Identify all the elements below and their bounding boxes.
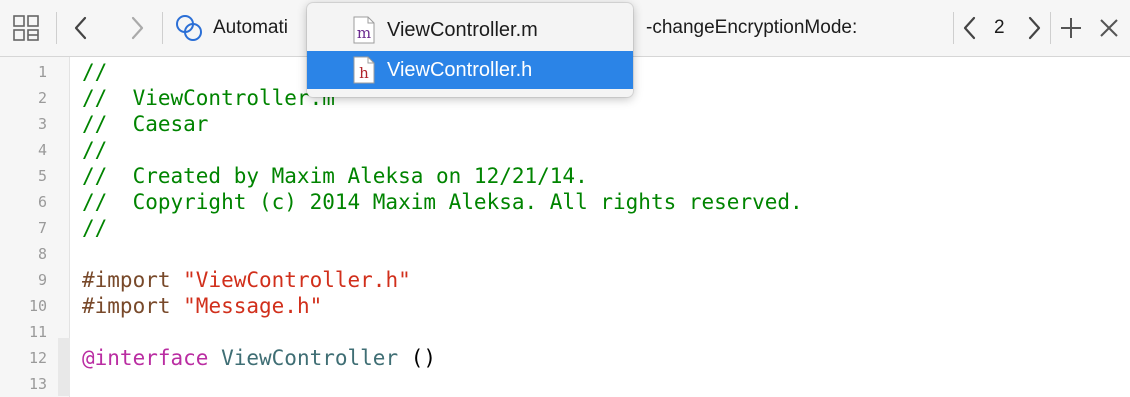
issue-counter: 2	[994, 17, 1005, 38]
current-line-marker	[58, 338, 70, 396]
code-line[interactable]: // Caesar	[82, 111, 208, 137]
menu-item-viewcontroller-h[interactable]: h ViewController.h	[307, 51, 633, 89]
code-token-class: ViewController	[221, 346, 399, 370]
menu-item-label: ViewController.m	[387, 19, 538, 41]
line-number: 3	[37, 115, 47, 133]
code-line[interactable]: // Copyright (c) 2014 Maxim Aleksa. All …	[82, 189, 803, 215]
line-number: 4	[37, 141, 47, 159]
code-token-string: "Message.h"	[183, 294, 323, 318]
code-token-comment: // Caesar	[82, 112, 209, 136]
code-token-keyword: @interface	[82, 346, 209, 370]
code-line[interactable]: //	[82, 59, 107, 85]
code-line[interactable]: @interface ViewController ()	[82, 345, 436, 371]
close-icon	[1100, 19, 1118, 37]
header-file-icon: h	[353, 56, 375, 84]
code-line[interactable]: // Created by Maxim Aleksa on 12/21/14.	[82, 163, 588, 189]
menu-item-viewcontroller-m[interactable]: m ViewController.m	[307, 11, 633, 49]
code-token-comment: // ViewController.m	[82, 86, 335, 110]
breadcrumb-project-button[interactable]	[172, 8, 206, 48]
code-line[interactable]: #import "ViewController.h"	[82, 267, 411, 293]
code-token-comment: //	[82, 138, 108, 162]
source-editor[interactable]: 1 2 3 4 5 6 7 8 9 10 11 12 13 //// ViewController.m /…	[0, 57, 1130, 397]
line-number: 8	[37, 245, 47, 263]
xcode-editor-window: Automati -changeEncryptionMode: 2 1 2 3 …	[0, 0, 1130, 397]
line-number: 9	[37, 271, 47, 289]
close-editor-button[interactable]	[1094, 8, 1124, 48]
line-number: 12	[28, 349, 47, 367]
next-issue-button[interactable]	[1022, 8, 1046, 48]
counterpart-file-menu: m ViewController.m h ViewController.h	[307, 3, 633, 97]
breadcrumb-project[interactable]: Automati	[213, 15, 288, 41]
line-number: 2	[37, 89, 47, 107]
add-editor-button[interactable]	[1056, 8, 1086, 48]
line-number: 13	[28, 375, 47, 393]
code-token-directive: #import	[82, 294, 184, 318]
line-number: 7	[37, 219, 47, 237]
line-number: 10	[28, 297, 47, 315]
code-token-comment: // Copyright (c) 2014 Maxim Aleksa. All …	[82, 190, 803, 214]
related-items-button[interactable]	[8, 8, 44, 48]
plus-icon	[1061, 18, 1081, 38]
menu-item-label: ViewController.h	[387, 59, 533, 81]
chevron-left-icon	[963, 16, 976, 40]
objc-implementation-file-icon: m	[353, 16, 375, 44]
code-token-plain: ()	[398, 346, 437, 370]
previous-issue-button[interactable]	[958, 8, 982, 48]
code-token-comment: // Created by Maxim Aleksa on 12/21/14.	[82, 164, 588, 188]
code-token-comment: //	[82, 216, 108, 240]
chevron-right-icon	[131, 16, 144, 40]
code-line[interactable]: // ViewController.m	[82, 85, 335, 111]
back-button[interactable]	[64, 8, 98, 48]
code-line[interactable]: #import "Message.h"	[82, 293, 322, 319]
code-line[interactable]: //	[82, 137, 107, 163]
chevron-left-icon	[74, 16, 87, 40]
automation-rings-icon	[176, 15, 202, 41]
grid-related-items-icon	[13, 15, 39, 41]
breadcrumb-method[interactable]: -changeEncryptionMode:	[646, 15, 857, 41]
code-token-comment: //	[82, 60, 108, 84]
file-icon-letter: h	[359, 64, 369, 82]
code-token-directive: #import	[82, 268, 184, 292]
code-line[interactable]: //	[82, 215, 107, 241]
line-number: 5	[37, 167, 47, 185]
line-number: 1	[37, 63, 47, 81]
file-icon-letter: m	[357, 24, 371, 42]
line-number: 11	[28, 323, 47, 341]
code-token-string: "ViewController.h"	[183, 268, 411, 292]
forward-button[interactable]	[120, 8, 154, 48]
line-number: 6	[37, 193, 47, 211]
chevron-right-icon	[1028, 16, 1041, 40]
